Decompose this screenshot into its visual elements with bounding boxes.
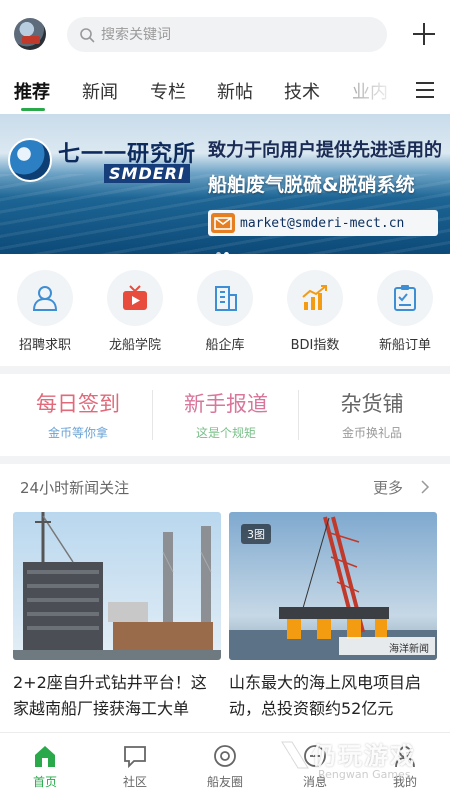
- banner-pager: [216, 242, 236, 257]
- image-source-tag: 海洋新闻: [389, 644, 429, 655]
- clipboard-icon: [394, 285, 416, 311]
- news-section-header: 24小时新闻关注 更多: [0, 464, 450, 510]
- feature-cards: 每日签到 金币等你拿 新手报道 这是个规矩 杂货铺 金币换礼品: [0, 374, 450, 456]
- nav-friends[interactable]: 船友圈: [195, 743, 255, 790]
- plus-icon[interactable]: [410, 20, 438, 48]
- quick-link-label: 新船订单: [378, 338, 431, 353]
- feature-title: 每日签到: [36, 392, 120, 416]
- quick-link-label: 招聘求职: [18, 338, 71, 353]
- quick-link-academy[interactable]: 龙船学院: [95, 270, 175, 353]
- feature-subtitle: 金币等你拿: [47, 426, 108, 440]
- quick-link-label: 船企库: [205, 338, 245, 353]
- quick-link-orders[interactable]: 新船订单: [365, 270, 445, 353]
- quick-link-label: BDI指数: [290, 338, 340, 353]
- chat-icon: [124, 746, 146, 769]
- quick-links: 招聘求职 龙船学院 船企库 BDI指数 新船订单: [0, 254, 450, 366]
- banner-email-box: market@smderi-mect.cn: [208, 210, 438, 236]
- drilling-platform-image: [13, 512, 221, 660]
- tab-news[interactable]: 新闻: [82, 78, 118, 104]
- search-bar[interactable]: [67, 17, 387, 52]
- newcomer-card[interactable]: 新手报道 这是个规矩: [151, 388, 301, 441]
- tabs-fade: [350, 68, 408, 114]
- top-bar: [0, 0, 450, 68]
- nav-community[interactable]: 社区: [105, 743, 165, 790]
- building-icon: [215, 286, 237, 311]
- tab-tech[interactable]: 技术: [284, 78, 320, 104]
- feature-title: 新手报道: [184, 392, 268, 416]
- chevron-right-icon[interactable]: [420, 480, 430, 494]
- search-input[interactable]: [101, 26, 361, 43]
- quick-link-bdi[interactable]: BDI指数: [275, 270, 355, 353]
- quick-link-shipyards[interactable]: 船企库: [185, 270, 265, 353]
- tab-columns[interactable]: 专栏: [150, 78, 186, 104]
- nav-profile[interactable]: 我的: [375, 743, 435, 790]
- feature-title: 杂货铺: [340, 392, 404, 416]
- chart-icon: [302, 285, 327, 310]
- nav-home[interactable]: 首页: [15, 743, 75, 790]
- bottom-navigation: 首页 社区 船友圈 消息 我的: [0, 732, 450, 800]
- nav-label: 消息: [302, 775, 327, 789]
- news-section-title: 24小时新闻关注: [20, 479, 130, 497]
- quick-link-label: 龙船学院: [108, 338, 161, 353]
- tv-icon: [123, 285, 147, 310]
- menu-icon[interactable]: [414, 80, 436, 100]
- nav-messages[interactable]: 消息: [285, 743, 345, 790]
- bell-icon: [304, 745, 326, 767]
- nav-label: 船友圈: [206, 775, 243, 789]
- tab-recommend[interactable]: 推荐: [14, 78, 50, 104]
- image-count-badge: 3图: [241, 524, 271, 544]
- daily-sign-in-card[interactable]: 每日签到 金币等你拿: [3, 388, 153, 441]
- user-avatar[interactable]: [14, 18, 46, 50]
- more-link[interactable]: 更多: [373, 477, 403, 498]
- people-icon: [32, 286, 58, 311]
- feature-subtitle: 这是个规矩: [195, 426, 256, 440]
- news-image: 3图 海洋新闻: [229, 512, 437, 660]
- banner-org-abbr: SMDERI: [104, 164, 190, 183]
- tab-new-posts[interactable]: 新帖: [217, 78, 253, 104]
- section-divider: [0, 456, 450, 464]
- section-divider: [0, 366, 450, 374]
- news-card[interactable]: 2+2座自升式钻井平台！这家越南船厂接获海工大单: [13, 512, 221, 722]
- quick-link-jobs[interactable]: 招聘求职: [5, 270, 85, 353]
- nav-label: 我的: [392, 775, 417, 789]
- promo-banner[interactable]: 七一一研究所 SMDERI 致力于向用户提供先进适用的 船舶废气脱硫&脱硝系统 …: [0, 114, 450, 254]
- news-image: [13, 512, 221, 660]
- news-card[interactable]: 3图 海洋新闻 山东最大的海上风电项目启动，总投资额约52亿元: [229, 512, 437, 722]
- shop-card[interactable]: 杂货铺 金币换礼品: [297, 388, 447, 441]
- nav-label: 社区: [122, 775, 147, 789]
- nav-label: 首页: [32, 775, 57, 789]
- home-icon: [35, 746, 55, 767]
- feature-subtitle: 金币换礼品: [341, 426, 402, 440]
- news-headline: 2+2座自升式钻井平台！这家越南船厂接获海工大单: [13, 673, 207, 718]
- compass-icon: [214, 745, 236, 767]
- news-headline: 山东最大的海上风电项目启动，总投资额约52亿元: [229, 673, 422, 718]
- active-tab-indicator: [21, 108, 45, 111]
- search-icon: [80, 27, 95, 42]
- category-tabs: 推荐 新闻 专栏 新帖 技术 业内: [0, 68, 450, 114]
- banner-product: 船舶废气脱硫&脱硝系统: [208, 174, 415, 196]
- banner-slogan: 致力于向用户提供先进适用的: [208, 140, 442, 161]
- institute-logo-icon: [8, 138, 52, 182]
- mail-icon: [211, 213, 235, 233]
- banner-email: market@smderi-mect.cn: [240, 215, 405, 231]
- person-icon: [395, 746, 415, 768]
